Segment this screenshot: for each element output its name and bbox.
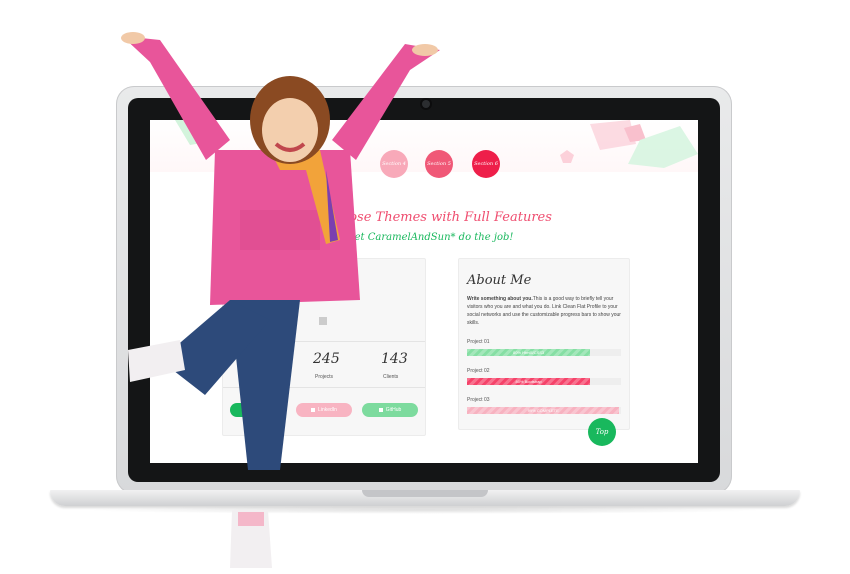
girl-photo [121, 32, 440, 568]
girl-figure [121, 32, 440, 568]
